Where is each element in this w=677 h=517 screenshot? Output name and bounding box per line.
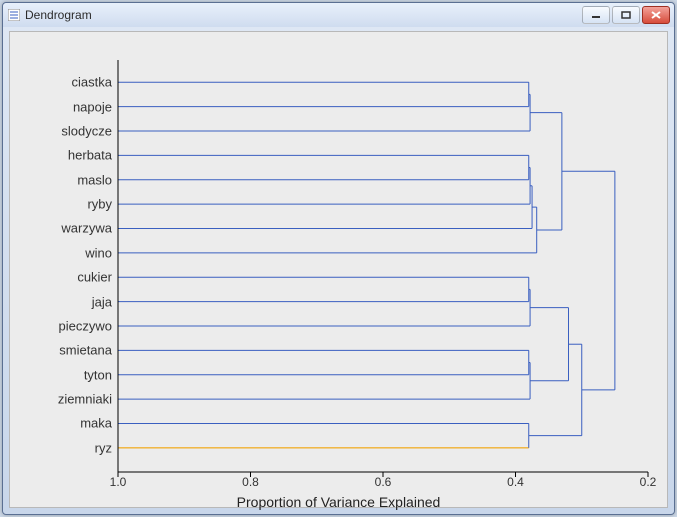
leaf-label: ryby [16, 197, 112, 212]
leaf-label: napoje [16, 99, 112, 114]
app-window: Dendrogram ciastka napoje slodycze herbata m… [2, 2, 675, 515]
window-title: Dendrogram [25, 8, 582, 22]
leaf-label: maka [16, 416, 112, 431]
leaf-label: smietana [16, 343, 112, 358]
leaf-label: warzywa [16, 221, 112, 236]
x-axis-title: Proportion of Variance Explained [10, 494, 667, 510]
leaf-label: ciastka [16, 75, 112, 90]
app-icon [7, 8, 21, 22]
leaf-label: tyton [16, 367, 112, 382]
titlebar[interactable]: Dendrogram [3, 3, 674, 27]
window-buttons [582, 6, 670, 24]
leaf-label: slodycze [16, 123, 112, 138]
leaf-label: ziemniaki [16, 392, 112, 407]
leaf-label: maslo [16, 172, 112, 187]
minimize-button[interactable] [582, 6, 610, 24]
plot-panel: ciastka napoje slodycze herbata maslo ryby war… [9, 31, 668, 508]
dendrogram-plot [118, 60, 648, 470]
close-button[interactable] [642, 6, 670, 24]
maximize-button[interactable] [612, 6, 640, 24]
leaf-label: jaja [16, 294, 112, 309]
leaf-label: herbata [16, 148, 112, 163]
leaf-label: pieczywo [16, 318, 112, 333]
leaf-label: cukier [16, 270, 112, 285]
leaf-label: wino [16, 245, 112, 260]
leaf-label: ryz [16, 440, 112, 455]
dendrogram-svg [118, 60, 648, 480]
